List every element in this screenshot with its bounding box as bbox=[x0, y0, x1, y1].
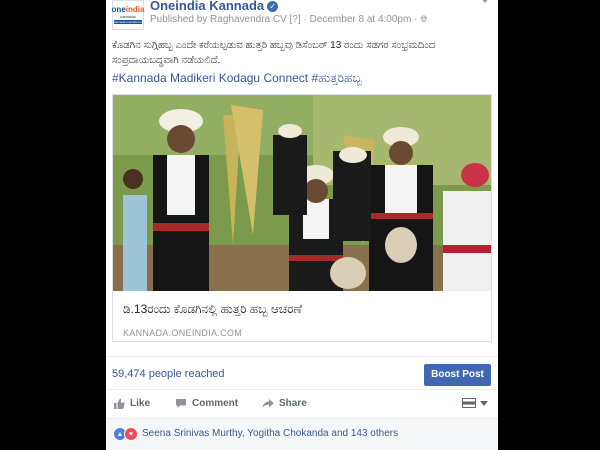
post-header: oneindia kannada kannada.oneindia.com On… bbox=[106, 0, 498, 34]
link-preview-title[interactable]: ಡಿ.13ರಂದು ಕೊಡಗಿನಲ್ಲಿ ಹುತ್ತರಿ ಹಬ್ಬ ಆಚರಣೆ bbox=[123, 302, 302, 317]
logo-strip: kannada.oneindia.com bbox=[114, 20, 142, 24]
share-icon bbox=[262, 399, 274, 408]
logo-sub: kannada bbox=[120, 14, 136, 19]
share-button[interactable]: Share bbox=[262, 398, 307, 409]
chevron-down-icon bbox=[480, 400, 488, 406]
viewer-selector[interactable] bbox=[462, 398, 488, 408]
published-by[interactable]: Published by Raghavendra CV bbox=[150, 14, 287, 25]
post-body: ಕೊಡಗಿನ ಸುಗ್ಗಿಹಬ್ಬ ಎಂದೇ ಕರೆಯಲ್ಪಡುವ ಹುತ್ತರ… bbox=[112, 40, 436, 66]
boost-post-button[interactable]: Boost Post bbox=[424, 364, 491, 386]
link-preview[interactable]: ಡಿ.13ರಂದು ಕೊಡಗಿನಲ್ಲಿ ಹುತ್ತರಿ ಹಬ್ಬ ಆಚರಣೆ … bbox=[112, 94, 492, 342]
insights-bar: 59,474 people reached Boost Post bbox=[106, 356, 498, 390]
page-avatar[interactable]: oneindia kannada kannada.oneindia.com bbox=[112, 0, 144, 30]
post-actions: Like Comment Share bbox=[106, 394, 498, 416]
people-reached-link[interactable]: 59,474 people reached bbox=[112, 368, 225, 380]
meta-separator: · bbox=[303, 14, 307, 25]
page-name[interactable]: Oneindia Kannada bbox=[150, 0, 264, 13]
reactions-bar: ▲ ♥ Seena Srinivas Murthy, Yogitha Choka… bbox=[106, 418, 498, 450]
like-icon bbox=[114, 398, 125, 409]
share-label: Share bbox=[279, 398, 307, 409]
comment-icon bbox=[176, 399, 186, 408]
post-meta: Published by Raghavendra CV [?] · Decemb… bbox=[150, 14, 427, 25]
viewer-flag-icon bbox=[462, 398, 476, 408]
reaction-icons[interactable]: ▲ ♥ bbox=[113, 427, 138, 441]
love-reaction-icon: ♥ bbox=[124, 427, 138, 441]
festival-photo bbox=[113, 95, 491, 291]
options-chevron-icon[interactable] bbox=[480, 0, 490, 3]
like-button[interactable]: Like bbox=[114, 398, 150, 409]
globe-icon[interactable]: 🌐︎ bbox=[420, 14, 427, 24]
comment-label: Comment bbox=[192, 398, 239, 409]
post-date[interactable]: December 8 at 4:00pm bbox=[310, 14, 412, 25]
logo-text: oneindia bbox=[111, 5, 145, 14]
post-hashtags[interactable]: #Kannada Madikeri Kodagu Connect #ಹುತ್ತರ… bbox=[112, 71, 362, 86]
like-label: Like bbox=[130, 398, 151, 409]
published-marker[interactable]: [?] bbox=[290, 14, 301, 25]
meta-separator-2: · bbox=[414, 14, 418, 25]
page-name-link[interactable]: Oneindia Kannada ✓ bbox=[150, 0, 279, 13]
link-preview-domain: KANNADA.ONEINDIA.COM bbox=[123, 328, 243, 338]
comment-button[interactable]: Comment bbox=[175, 398, 238, 409]
link-preview-image[interactable] bbox=[113, 95, 491, 291]
post-card: oneindia kannada kannada.oneindia.com On… bbox=[106, 0, 498, 450]
reaction-names-link[interactable]: Seena Srinivas Murthy, Yogitha Chokanda … bbox=[142, 428, 398, 439]
verified-icon: ✓ bbox=[267, 1, 279, 12]
